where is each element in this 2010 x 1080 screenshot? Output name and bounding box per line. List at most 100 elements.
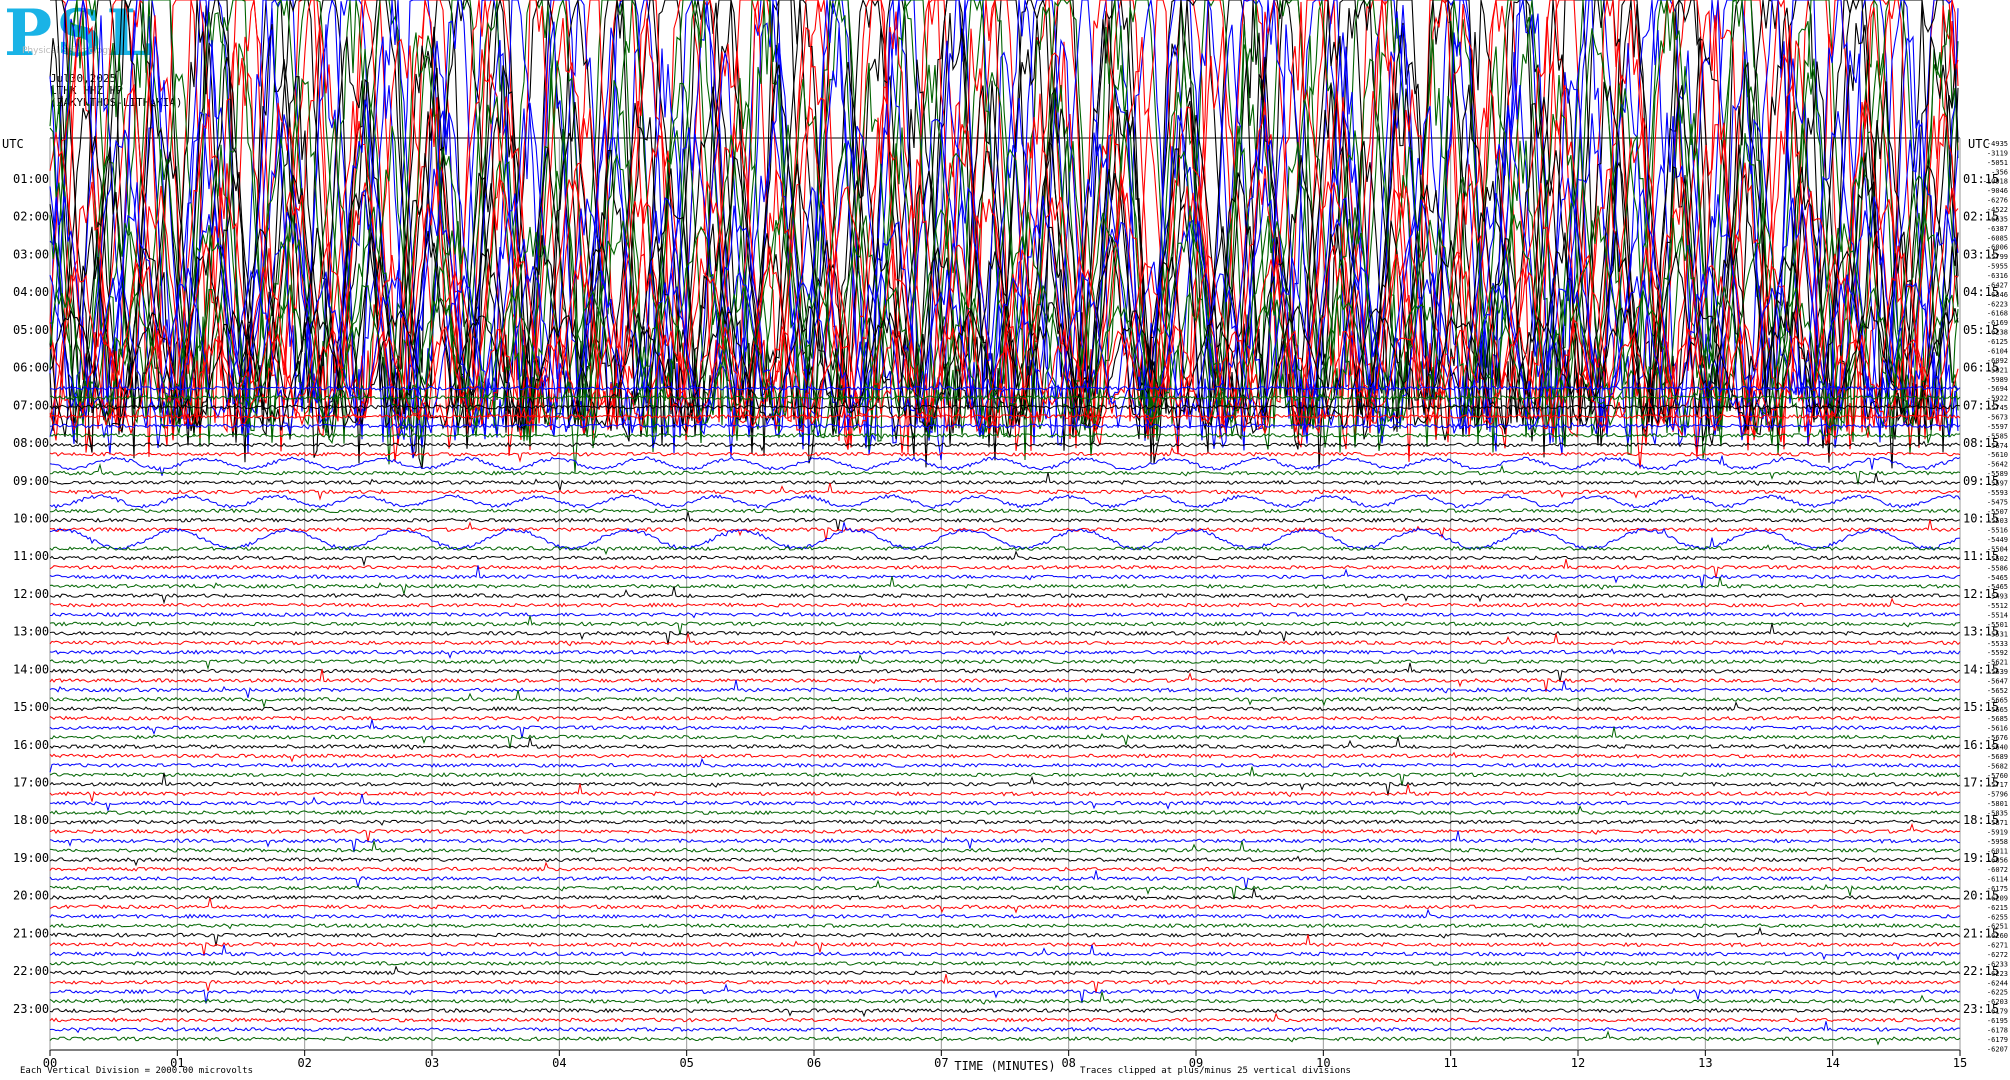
seismic-trace (49, 633, 1961, 647)
x-axis-title: TIME (MINUTES) (954, 1059, 1055, 1073)
x-tick-label: 12 (1571, 1056, 1585, 1070)
seismic-trace (49, 522, 1961, 551)
trace-offset-label: -5694 (1987, 385, 2008, 393)
trace-group (49, 0, 1961, 1046)
seismic-trace (49, 1007, 1961, 1018)
trace-offset-label: -5597 (1987, 479, 2008, 487)
left-hour-label: 17:00 (13, 776, 49, 790)
trace-offset-label: -5799 (1987, 253, 2008, 261)
seismic-trace (49, 772, 1961, 796)
trace-offset-label: -6276 (1987, 197, 2008, 205)
helicorder-chart: 00 01 02 03 04 05 06 07 08 09 10 11 12 13 14 15UTC UTCTI… (2, 0, 2008, 1076)
seismic-trace (49, 482, 1961, 501)
seismic-trace (49, 822, 1961, 843)
trace-offset-label: -6223 (1987, 300, 2008, 308)
left-hour-label: 02:00 (13, 210, 49, 224)
seismic-trace (49, 783, 1961, 802)
seismic-trace (49, 719, 1961, 739)
trace-offset-label: -5507 (1987, 508, 2008, 516)
trace-offset-label: -6260 (1987, 932, 2008, 940)
trace-offset-label: -6092 (1987, 357, 2008, 365)
trace-offset-label: -6346 (1987, 291, 2008, 299)
trace-offset-label: -6272 (1987, 951, 2008, 959)
trace-offset-label: -6169 (1987, 319, 2008, 327)
trace-offset-label: -5745 (1987, 404, 2008, 412)
trace-offset-label: -6125 (1987, 338, 2008, 346)
x-tick-label: 08 (1061, 1056, 1075, 1070)
trace-offset-label: -5801 (1987, 800, 2008, 808)
trace-offset-label: -5647 (1987, 678, 2008, 686)
seismic-trace (49, 960, 1961, 967)
trace-offset-label: -6427 (1987, 281, 2008, 289)
seismic-trace (49, 544, 1961, 556)
left-hour-label: 19:00 (13, 851, 49, 865)
seismic-trace (49, 472, 1961, 491)
seismic-trace (49, 440, 1961, 452)
trace-offset-label: -6179 (1987, 1036, 2008, 1044)
trace-offset-label: -6225 (1987, 989, 2008, 997)
seismic-trace (49, 757, 1961, 773)
trace-offset-label: -6011 (1987, 847, 2008, 855)
trace-offset-label: -5585 (1987, 432, 2008, 440)
seismic-trace (49, 576, 1961, 595)
left-hour-label: 21:00 (13, 926, 49, 940)
trace-offset-label: -356 (1991, 168, 2008, 176)
seismic-trace (49, 923, 1961, 930)
trace-offset-label: -5621 (1987, 659, 2008, 667)
trace-offset-label: -5465 (1987, 574, 2008, 582)
left-hour-label: 04:00 (13, 285, 49, 299)
trace-offset-label: -5504 (1987, 545, 2008, 553)
trace-offset-label: -9046 (1987, 187, 2008, 195)
left-hour-label: 18:00 (13, 813, 49, 827)
trace-offset-label: -5501 (1987, 621, 2008, 629)
trace-offset-label: -5674 (1987, 442, 2008, 450)
trace-offset-label: -4935 (1987, 140, 2008, 148)
trace-offset-label: -5871 (1987, 819, 2008, 827)
trace-offset-label: -5516 (1987, 527, 2008, 535)
x-tick-label: 05 (679, 1056, 693, 1070)
trace-offset-label: -5642 (1987, 461, 2008, 469)
left-hour-label: 22:00 (13, 964, 49, 978)
seismic-trace (49, 855, 1961, 867)
trace-offset-label: -5502 (1987, 555, 2008, 563)
left-hour-label: 23:00 (13, 1002, 49, 1016)
seismic-trace (49, 586, 1961, 605)
trace-offset-label: -5639 (1987, 668, 2008, 676)
seismic-trace (49, 715, 1961, 723)
trace-offset-label: -5835 (1987, 810, 2008, 818)
trace-offset-label: -5616 (1987, 725, 2008, 733)
trace-offset-label: -5589 (1987, 470, 2008, 478)
trace-offset-label: -5493 (1987, 593, 2008, 601)
footer-right-note: Traces clipped at plus/minus 25 vertical… (1080, 1066, 1351, 1076)
seismic-trace (49, 668, 1961, 692)
trace-offset-label: -6203 (1987, 998, 2008, 1006)
seismic-trace (50, 611, 1961, 619)
trace-offset-label: -5955 (1987, 263, 2008, 271)
seismic-trace (49, 1030, 1961, 1046)
trace-offset-label: -6316 (1987, 272, 2008, 280)
seismic-trace (49, 926, 1961, 946)
x-tick-label: 02 (297, 1056, 311, 1070)
seismic-trace (49, 944, 1961, 961)
left-hour-label: 14:00 (13, 662, 49, 676)
trace-offset-label: -5051 (1987, 159, 2008, 167)
trace-offset-label: -3119 (1987, 149, 2008, 157)
left-hour-label: 05:00 (13, 323, 49, 337)
x-tick-label: 13 (1698, 1056, 1712, 1070)
seismic-trace (49, 751, 1961, 763)
seismic-trace (49, 897, 1961, 914)
trace-offset-label: -6207 (1987, 1045, 2008, 1053)
seismic-trace (49, 679, 1961, 698)
seismic-trace (49, 648, 1961, 659)
x-tick-label: 11 (1443, 1056, 1457, 1070)
seismic-trace (49, 1021, 1961, 1034)
trace-offset-label: -5958 (1987, 838, 2008, 846)
seismic-trace (49, 804, 1961, 816)
trace-offset-label: -4522 (1987, 206, 2008, 214)
trace-offset-label: -6178 (1987, 1026, 2008, 1034)
left-hour-label: 13:00 (13, 625, 49, 639)
seismic-trace (49, 690, 1961, 709)
trace-offset-label: -5760 (1987, 772, 2008, 780)
left-hour-label: 15:00 (13, 700, 49, 714)
trace-offset-label: -5597 (1987, 423, 2008, 431)
